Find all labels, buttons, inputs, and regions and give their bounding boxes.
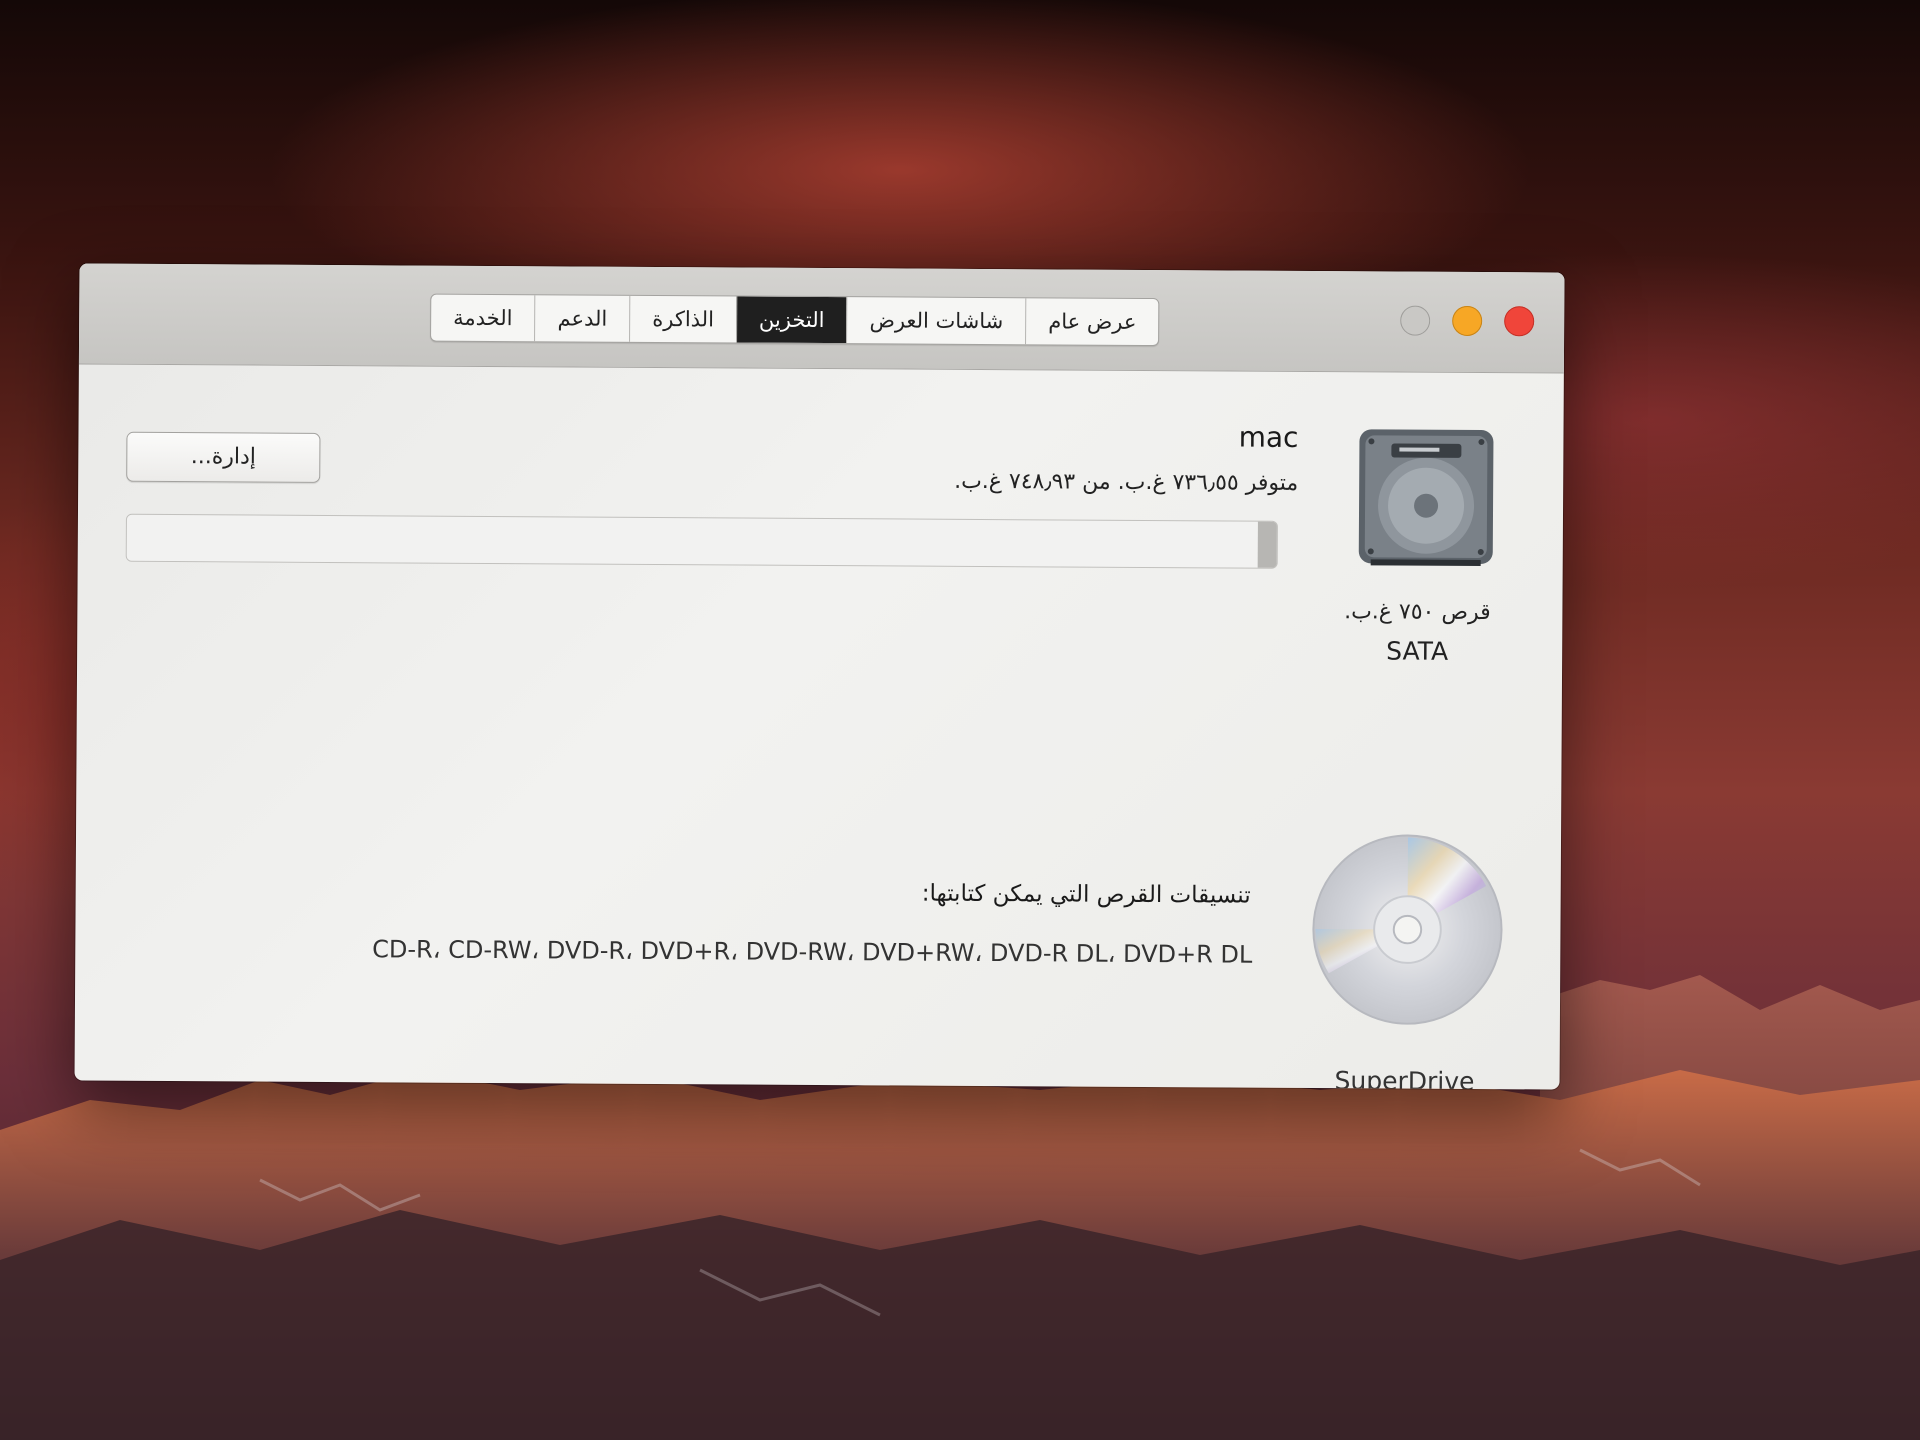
tab-overview[interactable]: عرض عام	[1025, 298, 1159, 346]
tab-bar: عرض عام شاشات العرض التخزين الذاكرة الدع…	[430, 293, 1160, 347]
tab-storage[interactable]: التخزين	[735, 296, 847, 344]
disc-icon	[1312, 834, 1503, 1025]
disk-size-label: قرص ٧٥٠ غ.ب.	[1344, 599, 1491, 626]
window-titlebar: عرض عام شاشات العرض التخزين الذاكرة الدع…	[78, 263, 1565, 374]
disk-type-label: SATA	[1386, 636, 1449, 666]
tab-displays[interactable]: شاشات العرض	[846, 297, 1026, 345]
hard-drive-icon	[1358, 429, 1494, 567]
about-this-mac-window: عرض عام شاشات العرض التخزين الذاكرة الدع…	[74, 263, 1565, 1090]
close-button[interactable]	[1504, 306, 1535, 337]
writable-formats-label: تنسيقات القرص التي يمكن كتابتها:	[921, 880, 1251, 909]
volume-availability: متوفر ٧٣٦٫٥٥ غ.ب. من ٧٤٨٫٩٣ غ.ب.	[954, 468, 1299, 496]
optical-drive-name: SuperDrive	[1334, 1066, 1475, 1090]
tab-memory[interactable]: الذاكرة	[629, 295, 737, 343]
storage-usage-bar	[125, 513, 1278, 569]
usage-bar-used-segment	[1257, 521, 1277, 568]
tab-service[interactable]: الخدمة	[431, 295, 535, 342]
minimize-button[interactable]	[1452, 305, 1483, 337]
volume-name: mac	[1238, 420, 1299, 454]
manage-button[interactable]: إدارة...	[126, 431, 321, 483]
writable-formats-list: CD-R، CD-RW، DVD-R، DVD+R، DVD-RW، DVD+R…	[372, 935, 1253, 969]
tab-support[interactable]: الدعم	[534, 295, 630, 342]
zoom-button[interactable]	[1400, 305, 1431, 336]
usage-bar-free-segment	[126, 514, 1258, 568]
storage-pane: قرص ٧٥٠ غ.ب. SATA mac متوفر ٧٣٦٫٥٥ غ.ب. …	[75, 363, 1564, 1090]
desktop-background: عرض عام شاشات العرض التخزين الذاكرة الدع…	[0, 0, 1920, 1440]
